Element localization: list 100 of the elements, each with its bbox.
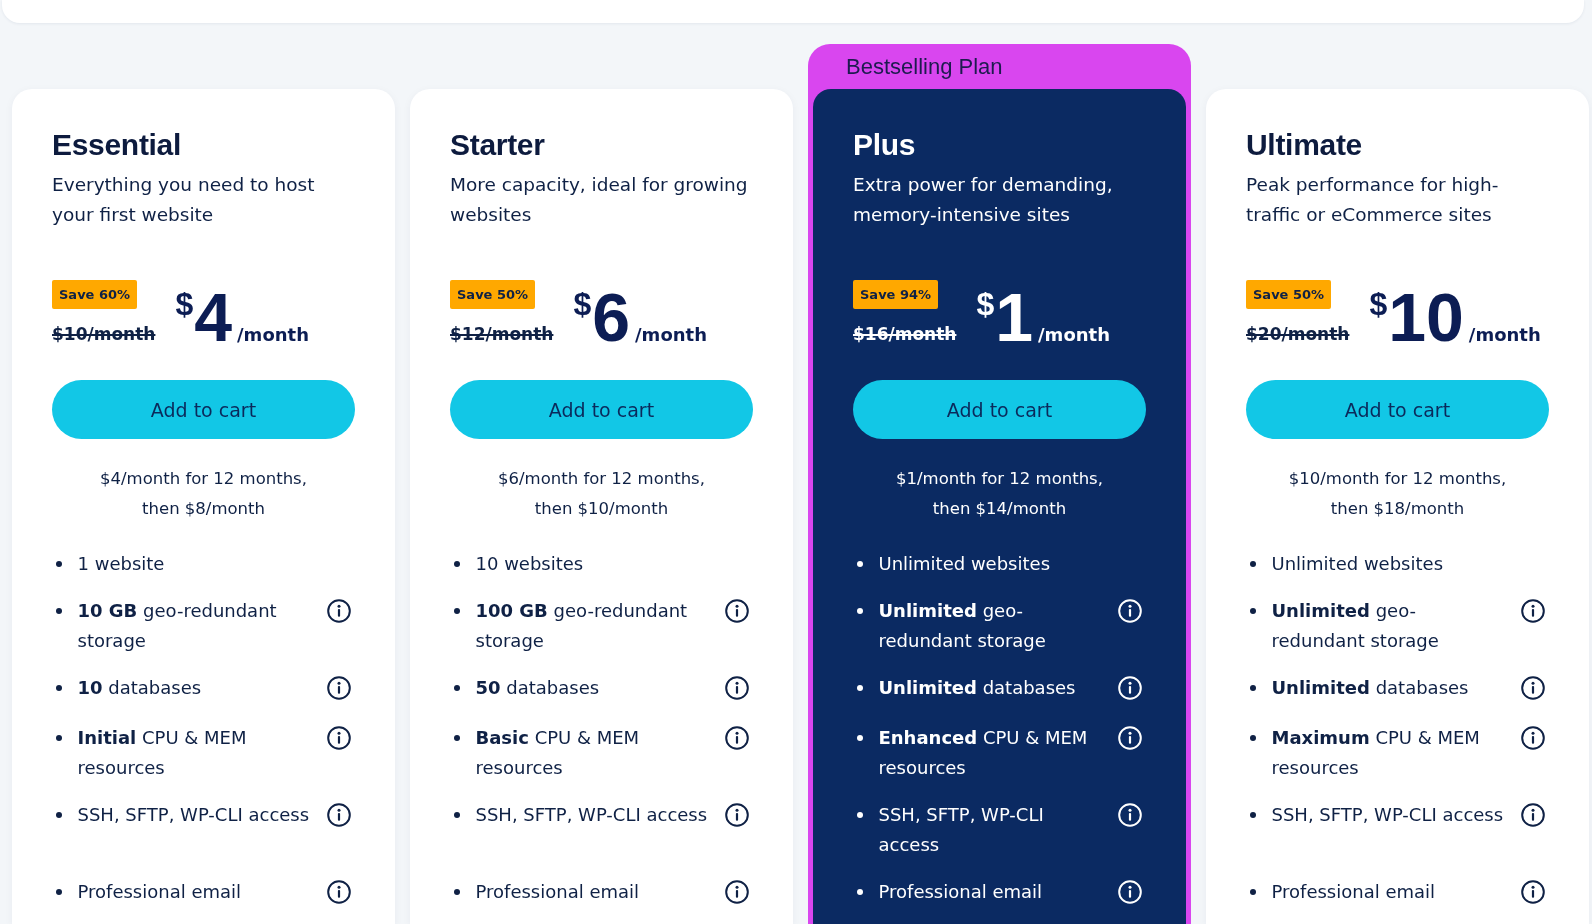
feature-text: Professional email	[77, 880, 242, 904]
currency-symbol: $	[976, 292, 995, 316]
add-to-cart-button[interactable]: Add to cart	[450, 380, 753, 439]
feature-text: Professional email	[1271, 880, 1436, 904]
plan-title: Starter	[450, 127, 546, 163]
info-icon[interactable]	[725, 803, 749, 827]
currency-symbol: $	[1369, 292, 1388, 316]
feature-text: Unlimited databases	[878, 676, 1076, 700]
info-icon[interactable]	[327, 726, 351, 750]
price-period: /month	[1468, 326, 1541, 344]
bullet-icon	[454, 608, 460, 614]
price-period: /month	[237, 326, 309, 344]
bullet-icon	[857, 608, 863, 614]
bullet-icon	[857, 889, 863, 895]
info-icon[interactable]	[327, 676, 351, 700]
discount-badge: Save 94%	[853, 280, 939, 309]
bullet-icon	[56, 685, 62, 691]
feature-text: Professional email	[475, 880, 640, 904]
bullet-icon	[56, 561, 62, 567]
info-icon[interactable]	[1521, 803, 1545, 827]
pricing-note: $1/month for 12 months, then $14/month	[895, 468, 1104, 520]
feature-text: 50 databases	[475, 676, 600, 700]
info-icon[interactable]	[1521, 676, 1545, 700]
feature-text: Initial CPU & MEM resources	[77, 726, 248, 780]
plan-title: Plus	[853, 127, 917, 163]
bullet-icon	[56, 608, 62, 614]
add-to-cart-button[interactable]: Add to cart	[1246, 380, 1549, 439]
bullet-icon	[454, 889, 460, 895]
feature-text: Enhanced CPU & MEM resources	[878, 726, 1089, 780]
feature-text: Unlimited websites	[878, 552, 1050, 576]
bullet-icon	[56, 735, 62, 741]
feature-text: Basic CPU & MEM resources	[475, 726, 641, 780]
add-to-cart-button[interactable]: Add to cart	[853, 380, 1146, 439]
ribbon-label: Bestselling Plan	[846, 53, 1003, 80]
feature-text: SSH, SFTP, WP-CLI access	[475, 803, 708, 827]
price-period: /month	[635, 326, 707, 344]
discount-badge: Save 50%	[450, 280, 536, 309]
feature-text: SSH, SFTP, WP-CLI access	[1271, 803, 1504, 827]
bullet-icon	[857, 812, 863, 818]
feature-text: Unlimited websites	[1271, 552, 1443, 576]
price-amount: 10	[1388, 292, 1464, 342]
price-amount: 6	[592, 292, 631, 342]
pricing-note: $4/month for 12 months, then $8/month	[99, 468, 308, 520]
feature-text: Professional email	[878, 880, 1043, 904]
discount-badge: Save 60%	[52, 280, 138, 309]
info-icon[interactable]	[327, 599, 351, 623]
bullet-icon	[1250, 735, 1256, 741]
bullet-icon	[1250, 561, 1256, 567]
feature-text: 10 websites	[475, 552, 584, 576]
currency-symbol: $	[175, 292, 194, 316]
bullet-icon	[1250, 812, 1256, 818]
feature-text: Unlimited databases	[1271, 676, 1469, 700]
feature-text: SSH, SFTP, WP-CLI access	[878, 803, 1045, 857]
bullet-icon	[1250, 685, 1256, 691]
feature-text: SSH, SFTP, WP-CLI access	[77, 803, 310, 827]
add-to-cart-button[interactable]: Add to cart	[52, 380, 355, 439]
bullet-icon	[857, 685, 863, 691]
old-price: $16/month	[853, 324, 957, 344]
bullet-icon	[454, 685, 460, 691]
plan-description: Extra power for demanding, memory-intensive sites	[853, 173, 1114, 227]
plan-description: Everything you need to host your first website	[52, 173, 316, 227]
bullet-icon	[857, 735, 863, 741]
info-icon[interactable]	[1521, 599, 1545, 623]
feature-text: 10 GB geo-redundant storage	[77, 599, 278, 653]
currency-symbol: $	[573, 292, 592, 316]
bullet-icon	[1250, 608, 1256, 614]
feature-text: 1 website	[77, 552, 165, 576]
plan-description: Peak performance for high-traffic or eCommerce sites	[1246, 173, 1500, 227]
plan-title: Ultimate	[1246, 127, 1363, 163]
old-price: $20/month	[1246, 324, 1350, 344]
feature-text: 10 databases	[77, 676, 202, 700]
info-icon[interactable]	[327, 803, 351, 827]
feature-text: Unlimited geo-redundant storage	[1271, 599, 1440, 653]
price-period: /month	[1038, 326, 1110, 344]
plan-title: Essential	[52, 127, 183, 163]
bullet-icon	[454, 812, 460, 818]
info-icon[interactable]	[1521, 880, 1545, 904]
bullet-icon	[454, 735, 460, 741]
bullet-icon	[857, 561, 863, 567]
pricing-note: $10/month for 12 months, then $18/month	[1287, 468, 1508, 520]
info-icon[interactable]	[725, 676, 749, 700]
feature-text: Unlimited geo-redundant storage	[878, 599, 1047, 653]
info-icon[interactable]	[725, 726, 749, 750]
feature-text: Maximum CPU & MEM resources	[1271, 726, 1481, 780]
info-icon[interactable]	[1521, 726, 1545, 750]
pricing-note: $6/month for 12 months, then $10/month	[497, 468, 706, 520]
bullet-icon	[56, 812, 62, 818]
bullet-icon	[1250, 889, 1256, 895]
bullet-icon	[56, 889, 62, 895]
bullet-icon	[454, 561, 460, 567]
price-amount: 1	[995, 292, 1034, 342]
info-icon[interactable]	[725, 880, 749, 904]
info-icon[interactable]	[327, 880, 351, 904]
old-price: $10/month	[52, 324, 156, 344]
feature-text: 100 GB geo-redundant storage	[475, 599, 689, 653]
old-price: $12/month	[450, 324, 554, 344]
plan-description: More capacity, ideal for growing websites	[450, 173, 749, 227]
info-icon[interactable]	[725, 599, 749, 623]
price-amount: 4	[194, 292, 233, 342]
discount-badge: Save 50%	[1246, 280, 1332, 309]
